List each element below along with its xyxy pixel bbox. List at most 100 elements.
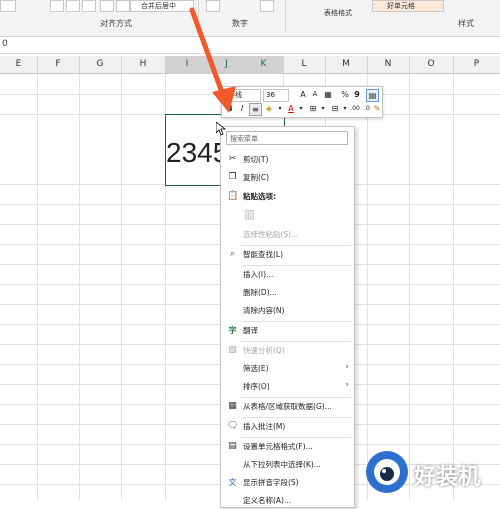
ribbon-divider — [285, 0, 286, 32]
phonetic-icon: 文 — [228, 478, 237, 487]
borders-icon[interactable]: ⊞ — [308, 103, 318, 114]
menu-item-pick-from-list[interactable]: 从下拉列表中选择(K)... — [221, 457, 354, 473]
group-styles-label: 样式 — [458, 19, 474, 28]
mini-toolbar: 等线 36 A A ▦ % 9 ▤ B I ≡ ◈ ▾ A ▾ ⊞ ▾ ⊟ ▾ … — [221, 86, 383, 118]
menu-item-smart-lookup[interactable]: ⌕ 智能查找(L) — [221, 247, 354, 263]
menu-item-sort[interactable]: 排序(O) › — [221, 379, 354, 395]
ribbon: 合并后居中 对齐方式 数字 表格格式 好单元格 样式 — [0, 0, 500, 37]
column-header-f[interactable]: F — [37, 56, 80, 73]
menu-item-delete[interactable]: 删除(D)... — [221, 285, 354, 301]
column-header-row: E F G H I J K L M N O P — [0, 56, 500, 74]
menu-item-label: 插入批注(M) — [243, 422, 286, 431]
menu-item-clear-contents[interactable]: 清除内容(N) — [221, 303, 354, 319]
increase-decimal-icon[interactable]: .0 — [362, 103, 372, 114]
mouse-cursor-icon — [216, 122, 226, 136]
menu-item-quick-analysis[interactable]: ▧ 快速分析(Q) — [221, 343, 354, 359]
font-name-box[interactable]: 等线 — [225, 89, 261, 102]
column-header-g[interactable]: G — [79, 56, 122, 73]
menu-separator — [241, 341, 351, 342]
column-header-n[interactable]: N — [367, 56, 410, 73]
translate-icon: 字 — [228, 326, 237, 335]
menu-item-show-phonetic[interactable]: 文 显示拼音字段(S) — [221, 475, 354, 491]
watermark: 好装机 — [356, 445, 500, 500]
indent-button[interactable] — [50, 0, 64, 12]
chevron-down-icon[interactable]: ▾ — [277, 103, 283, 114]
cell-value: 2345 — [166, 137, 229, 168]
column-header-m[interactable]: M — [325, 56, 368, 73]
column-header-j[interactable]: J — [209, 56, 245, 73]
merge-center-label: 合并后居中 — [141, 2, 176, 10]
paste-icon: ▥ — [243, 207, 256, 221]
formula-bar[interactable]: 0 — [0, 37, 500, 54]
column-header-l[interactable]: L — [283, 56, 326, 73]
cell-style-good[interactable]: 好单元格 — [372, 0, 444, 12]
quick-analysis-icon: ▧ — [228, 345, 237, 355]
menu-item-translate[interactable]: 字 翻译 — [221, 323, 354, 339]
increase-indent-button[interactable] — [116, 0, 130, 12]
paste-option-button[interactable]: ▥ — [221, 207, 354, 229]
decrease-decimal-icon[interactable]: .00 — [350, 103, 360, 114]
decimal-button[interactable] — [260, 0, 274, 12]
menu-item-label: 复制(C) — [243, 173, 270, 182]
column-header-h[interactable]: H — [121, 56, 166, 73]
bold-button[interactable]: B — [225, 103, 234, 114]
decrease-indent-button[interactable] — [100, 0, 114, 12]
menu-separator — [241, 265, 351, 266]
font-color-button[interactable]: A — [286, 103, 296, 114]
comment-icon: 🗨 — [227, 421, 239, 431]
comma-style-button[interactable]: 9 — [353, 89, 361, 100]
watermark-logo-icon — [366, 451, 408, 493]
column-header-k[interactable]: K — [244, 56, 284, 73]
menu-item-label: 剪切(T) — [243, 155, 269, 164]
scissors-icon: ✂ — [228, 154, 237, 164]
chevron-right-icon: › — [345, 380, 349, 390]
italic-button[interactable]: I — [238, 103, 246, 114]
accounting-format-icon[interactable]: ▦ — [323, 89, 333, 100]
group-alignment-label: 对齐方式 — [100, 19, 132, 28]
percent-button[interactable]: % — [340, 89, 350, 100]
menu-item-paste-special[interactable]: 选择性粘贴(S)... — [221, 227, 354, 243]
chevron-down-icon[interactable]: ▾ — [342, 103, 348, 114]
column-header-e[interactable]: E — [0, 56, 38, 73]
menu-separator — [241, 245, 351, 246]
align-center-icon[interactable]: ≡ — [249, 103, 262, 116]
menu-item-insert-comment[interactable]: 🗨 插入批注(M) — [221, 419, 354, 435]
menu-item-paste-options: 📋 粘贴选项: — [221, 189, 354, 205]
column-header-i[interactable]: I — [165, 56, 210, 73]
menu-item-insert[interactable]: 插入(I)... — [221, 267, 354, 283]
chevron-right-icon: › — [345, 362, 349, 372]
grow-font-button[interactable]: A — [298, 89, 308, 100]
column-header-p[interactable]: P — [453, 56, 500, 73]
format-cells-icon: ▤ — [228, 441, 237, 451]
gridline — [409, 74, 410, 500]
menu-separator — [241, 437, 351, 438]
font-size-box[interactable]: 36 — [263, 89, 289, 102]
gridline — [367, 74, 368, 500]
column-header-o[interactable]: O — [409, 56, 454, 73]
align-center-button[interactable] — [66, 0, 80, 12]
copy-icon: ❐ — [228, 172, 237, 182]
menu-item-define-name[interactable]: 定义名称(A)... — [221, 493, 354, 509]
menu-item-cut[interactable]: ✂ 剪切(T) — [221, 152, 354, 168]
shrink-font-button[interactable]: A — [310, 89, 320, 100]
format-painter-icon[interactable]: ▤ — [366, 89, 379, 102]
menu-item-filter[interactable]: 筛选(E) › — [221, 361, 354, 377]
chevron-down-icon[interactable]: ▾ — [298, 103, 304, 114]
menu-item-format-cells[interactable]: ▤ 设置单元格格式(F)... — [221, 439, 354, 455]
paintbrush-icon[interactable]: ✎ — [373, 103, 381, 114]
fill-color-icon[interactable]: ◈ — [264, 103, 274, 114]
chevron-down-icon[interactable]: ▾ — [320, 103, 326, 114]
table-format-label[interactable]: 表格格式 — [324, 8, 352, 18]
table-icon: ▦ — [228, 401, 237, 411]
number-format-button[interactable] — [206, 0, 220, 12]
merge-center-button[interactable]: 合并后居中 — [130, 0, 194, 12]
menu-item-label: 从下拉列表中选择(K)... — [243, 460, 321, 469]
menu-item-copy[interactable]: ❐ 复制(C) — [221, 170, 354, 186]
align-right-button[interactable] — [82, 0, 96, 12]
merge-center-icon[interactable]: ⊟ — [330, 103, 340, 114]
menu-item-get-data[interactable]: ▦ 从表格/区域获取数据(G)... — [221, 399, 354, 415]
menu-item-label: 选择性粘贴(S)... — [243, 230, 299, 239]
align-left-button[interactable] — [0, 0, 16, 12]
menu-separator — [241, 321, 351, 322]
search-menu-input[interactable]: 搜索菜单 — [226, 131, 348, 145]
